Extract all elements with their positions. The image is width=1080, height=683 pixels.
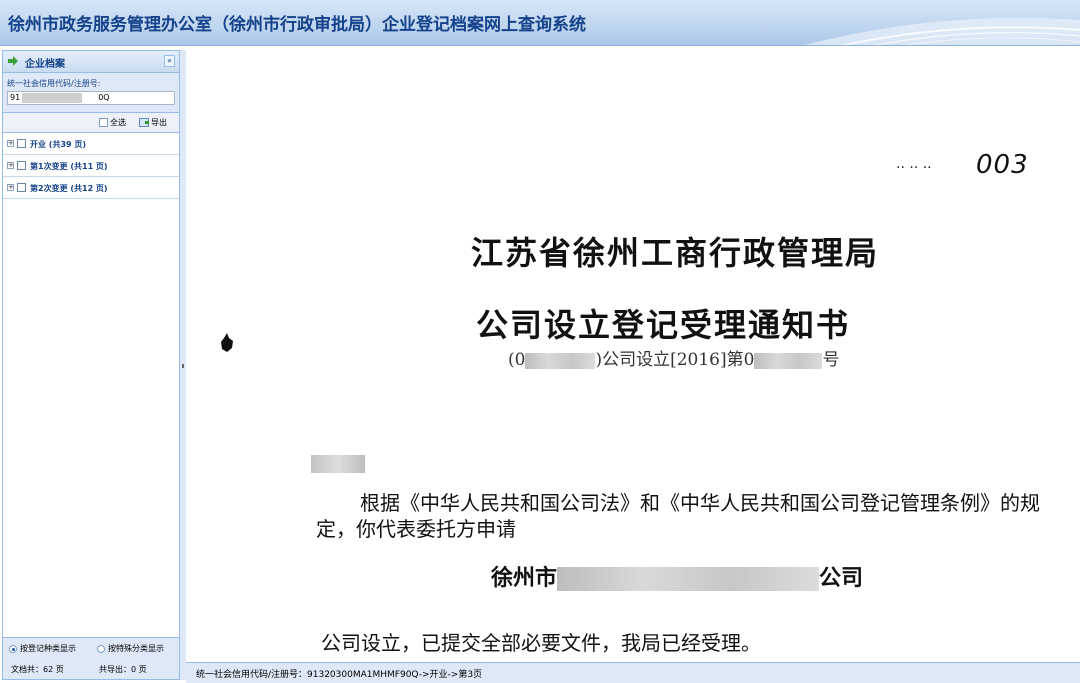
tree-item-label: 开业 (共39 页) — [30, 140, 87, 149]
document-reference-number: (0 )公司设立[2016]第0 号 — [508, 345, 839, 370]
redaction-mask — [525, 352, 596, 369]
expand-icon[interactable]: + — [7, 140, 14, 147]
page-marker: 003 — [976, 150, 1029, 180]
splitter-grip-icon — [182, 364, 184, 368]
arrow-right-icon — [8, 56, 18, 66]
reference-open: (0 — [508, 350, 526, 370]
redaction-mask — [754, 352, 823, 369]
checkbox-icon — [99, 118, 108, 127]
redacted-addressee — [311, 455, 365, 473]
export-icon — [139, 118, 149, 127]
status-bar: 统一社会信用代码/注册号：91320300MA1MHMF90Q->开业->第3页 — [186, 662, 1080, 683]
reference-middle: )公司设立[2016]第0 — [595, 350, 755, 370]
page-marker-dots: ·· ·· ·· — [896, 160, 932, 176]
tree-checkbox[interactable] — [17, 161, 26, 170]
archive-panel-header: 企业档案 « — [3, 51, 179, 73]
tree-checkbox[interactable] — [17, 139, 26, 148]
tree-item-label: 第2次变更 (共12 页) — [30, 184, 108, 193]
select-all-label: 全选 — [110, 118, 126, 127]
company-name-prefix: 徐州市 — [491, 566, 558, 591]
export-label: 导出 — [151, 118, 167, 127]
company-name-suffix: 公司 — [819, 566, 864, 591]
tree-item-label: 第1次变更 (共11 页) — [30, 162, 108, 171]
expand-icon[interactable]: + — [7, 184, 14, 191]
radio-by-special-category[interactable]: 按特殊分类显示 — [97, 643, 164, 654]
expand-icon[interactable]: + — [7, 162, 14, 169]
redaction-mask — [557, 567, 820, 591]
archive-panel: 企业档案 « 统一社会信用代码/注册号: 91 0Q 全选 导出 + 开业 (共3… — [2, 50, 180, 680]
document-authority-title: 江苏省徐州工商行政管理局 — [471, 234, 880, 272]
tree-checkbox[interactable] — [17, 183, 26, 192]
tree-item-change-2[interactable]: + 第2次变更 (共12 页) — [3, 177, 179, 199]
tree-item-change-1[interactable]: + 第1次变更 (共11 页) — [3, 155, 179, 177]
header-decoration — [804, 17, 1080, 45]
scanned-document: ·· ·· ·· 003 江苏省徐州工商行政管理局 公司设立登记受理通知书 (0… — [186, 50, 1080, 662]
document-viewer[interactable]: ·· ·· ·· 003 江苏省徐州工商行政管理局 公司设立登记受理通知书 (0… — [186, 50, 1080, 662]
radio-by-registration-type-label: 按登记种类显示 — [20, 644, 76, 653]
radio-by-registration-type[interactable]: 按登记种类显示 — [9, 643, 76, 654]
export-button[interactable]: 导出 — [139, 117, 167, 128]
collapse-panel-button[interactable]: « — [164, 55, 175, 67]
status-breadcrumb: 统一社会信用代码/注册号：91320300MA1MHMF90Q->开业->第3页 — [196, 670, 483, 680]
credit-code-value-suffix: 0Q — [98, 93, 110, 102]
archive-toolbar: 全选 导出 — [3, 113, 179, 133]
radio-unselected-icon — [97, 644, 105, 653]
app-title: 徐州市政务服务管理办公室（徐州市行政审批局）企业登记档案网上查询系统 — [8, 15, 586, 35]
credit-code-value-prefix: 91 — [10, 93, 21, 102]
total-pages-count: 文档共：62 页 — [11, 665, 64, 674]
radio-by-special-category-label: 按特殊分类显示 — [108, 644, 164, 653]
ink-blot — [221, 333, 233, 352]
document-title: 公司设立登记受理通知书 — [476, 306, 851, 344]
document-body-paragraph: 根据《中华人民共和国公司法》和《中华人民共和国公司登记管理条例》的规定，你代表委… — [316, 491, 1040, 541]
acceptance-statement: 公司设立，已提交全部必要文件，我局已经受理。 — [321, 631, 761, 655]
redaction-mask — [22, 93, 82, 103]
reference-end: 号 — [822, 350, 840, 370]
exported-pages-count: 共导出：0 页 — [99, 665, 147, 674]
radio-selected-icon — [9, 644, 17, 653]
credit-code-search: 统一社会信用代码/注册号: 91 0Q — [3, 73, 179, 113]
tree-item-opening[interactable]: + 开业 (共39 页) — [3, 133, 179, 155]
credit-code-label: 统一社会信用代码/注册号: — [7, 79, 101, 88]
select-all-checkbox[interactable]: 全选 — [99, 117, 126, 128]
company-name: 徐州市 公司 — [491, 560, 863, 592]
archive-panel-title: 企业档案 — [25, 59, 65, 70]
archive-panel-footer: 按登记种类显示 按特殊分类显示 文档共：62 页 共导出：0 页 — [3, 637, 179, 679]
app-header: 徐州市政务服务管理办公室（徐州市行政审批局）企业登记档案网上查询系统 — [0, 0, 1080, 46]
